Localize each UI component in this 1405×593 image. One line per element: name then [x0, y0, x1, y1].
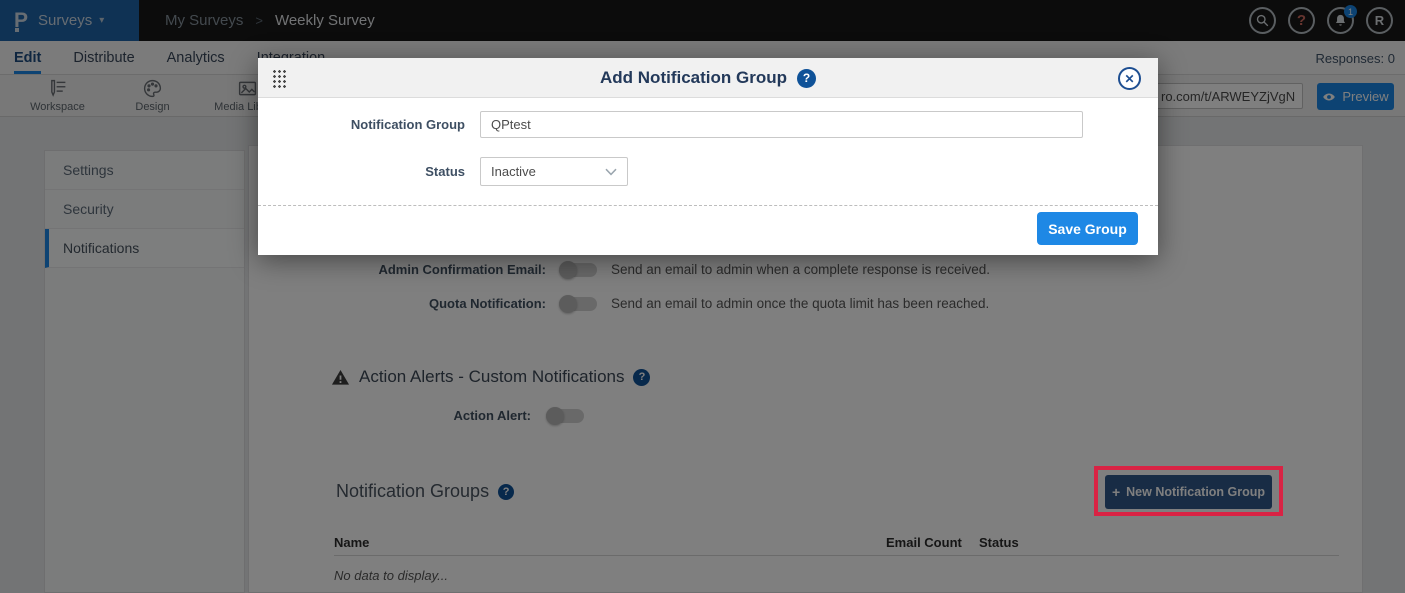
notification-group-field-label: Notification Group — [258, 117, 465, 132]
drag-handle-icon[interactable] — [271, 68, 286, 88]
add-notification-group-modal: Add Notification Group ? ✕ Notification … — [258, 58, 1158, 255]
status-selected-value: Inactive — [491, 164, 536, 179]
modal-header: Add Notification Group ? ✕ — [258, 58, 1158, 98]
close-icon[interactable]: ✕ — [1118, 67, 1141, 90]
app-root: P Surveys ▾ My Surveys > Weekly Survey ?… — [0, 0, 1405, 593]
annotation-highlight-box — [1094, 466, 1283, 516]
modal-title: Add Notification Group — [600, 68, 787, 88]
notification-group-name-input[interactable] — [480, 111, 1083, 138]
save-group-button[interactable]: Save Group — [1037, 212, 1138, 245]
notification-group-field-row: Notification Group — [258, 111, 1158, 138]
status-field-label: Status — [258, 164, 465, 179]
modal-divider — [258, 205, 1158, 206]
modal-title-group: Add Notification Group ? — [600, 58, 816, 98]
help-circle-icon[interactable]: ? — [797, 69, 816, 88]
chevron-down-icon — [605, 168, 617, 176]
status-select[interactable]: Inactive — [480, 157, 628, 186]
status-field-row: Status Inactive — [258, 157, 1158, 186]
